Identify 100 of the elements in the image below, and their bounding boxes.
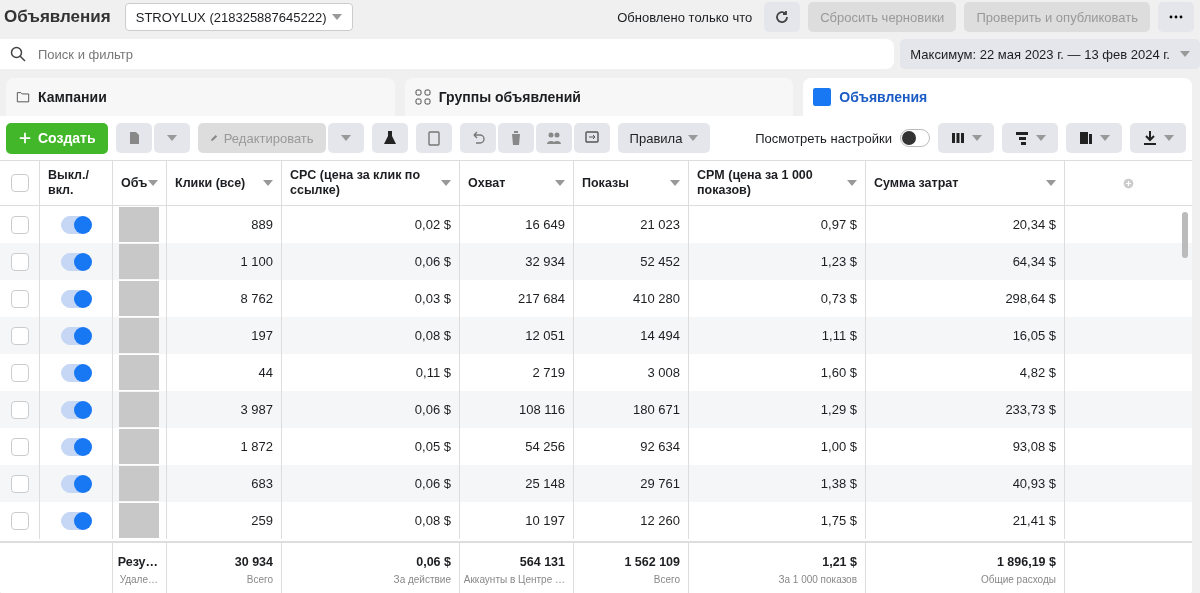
ad-toggle[interactable] [61,215,91,234]
table-cell: 16 649 [525,217,565,232]
summary-value: 0,06 $ [416,555,451,569]
table-cell: 10 197 [525,513,565,528]
summary-value: Резу… [117,555,158,569]
table-cell: 1,75 $ [820,513,857,528]
row-checkbox[interactable] [10,326,29,345]
row-checkbox[interactable] [10,511,29,530]
caret-icon [1164,135,1174,141]
row-checkbox[interactable] [10,474,29,493]
search-icon [10,46,26,62]
edit-menu-button[interactable] [327,123,364,153]
share-button[interactable] [573,123,610,153]
table-cell: 197 [251,328,273,343]
table-cell: 298,64 $ [1005,291,1056,306]
sort-icon [555,180,565,186]
duplicate-button[interactable] [115,123,152,153]
table-cell: 21,41 $ [1012,513,1056,528]
view-settings-toggle[interactable] [900,129,930,147]
table-cell: 0,11 $ [415,365,451,380]
plus-icon [18,131,32,145]
columns-icon [950,130,966,146]
caret-icon [166,135,177,141]
caret-icon [688,135,699,141]
breakdown-button[interactable] [1002,123,1058,153]
table-cell: 32 934 [525,254,565,269]
ad-toggle[interactable] [61,252,91,271]
undo-button[interactable] [459,123,496,153]
columns-button[interactable] [938,123,994,153]
column-header[interactable]: CPM (цена за 1 000 показов) [697,168,847,198]
sort-icon [847,180,857,186]
table-cell: 0,06 $ [414,476,451,491]
caret-icon [1036,135,1046,141]
people-button[interactable] [535,123,572,153]
table-cell: 14 494 [640,328,680,343]
photo-placeholder [119,355,159,390]
row-checkbox[interactable] [10,215,29,234]
column-header[interactable]: Показы [582,175,629,191]
scrollbar[interactable] [1182,212,1188,258]
column-header[interactable]: Клики (все) [175,175,246,191]
table-cell: 12 260 [640,513,680,528]
row-checkbox[interactable] [10,437,29,456]
sort-icon [1046,180,1056,186]
summary-note: За действие [393,574,451,585]
table-cell: 2 719 [532,365,565,380]
column-header[interactable]: Сумма затрат [874,175,959,191]
table-cell: 0,97 $ [820,217,857,232]
sort-icon [263,180,273,186]
ad-toggle[interactable] [61,437,91,456]
table-cell: 0,06 $ [414,254,451,269]
summary-value: 1 562 109 [624,555,680,569]
summary-note: За 1 000 показов [778,574,857,585]
ad-toggle[interactable] [61,363,91,382]
account-select[interactable]: STROYLUX (218325887645222) [124,3,353,31]
date-range-select[interactable]: Максимум: 22 мая 2023 г. — 13 фев 2024 г. [900,39,1200,69]
column-header[interactable]: Объ [121,175,148,191]
ad-toggle[interactable] [61,289,91,308]
column-header[interactable]: Выкл./ вкл. [48,168,104,198]
summary-note: Всего [246,574,273,585]
caret-icon [1180,51,1190,57]
ad-toggle[interactable] [61,326,91,345]
table-cell: 683 [251,476,273,491]
table-cell: 1,38 $ [820,476,857,491]
reports-button[interactable] [1066,123,1122,153]
duplicate-menu-button[interactable] [153,123,190,153]
photo-placeholder [119,281,159,316]
ad-toggle[interactable] [61,511,91,530]
summary-note: Всего [653,574,680,585]
photo-placeholder [119,503,159,538]
summary-value: 30 934 [234,555,273,569]
column-header[interactable]: Охват [468,175,506,191]
select-all-checkbox[interactable] [10,174,29,192]
row-checkbox[interactable] [10,252,29,271]
download-icon [1142,130,1158,146]
table-cell: 52 452 [640,254,680,269]
table-cell: 1,00 $ [820,439,857,454]
table-cell: 0,73 $ [820,291,857,306]
clipboard-button[interactable] [415,123,452,153]
export-button[interactable] [1130,123,1186,153]
rules-button[interactable]: Правила [617,123,711,153]
level-tab[interactable]: Группы объявлений [404,78,794,116]
photo-placeholder [119,207,159,242]
ad-toggle[interactable] [61,400,91,419]
row-checkbox[interactable] [10,400,29,419]
row-checkbox[interactable] [10,363,29,382]
refresh-button[interactable] [764,2,801,32]
table-cell: 4,82 $ [1019,365,1056,380]
table-cell: 29 761 [640,476,680,491]
column-header[interactable]: CPC (цена за клик по ссылке) [290,168,441,198]
table-cell: 3 987 [240,402,273,417]
delete-button[interactable] [497,123,534,153]
level-tab[interactable]: Кампании [6,78,395,116]
row-checkbox[interactable] [10,289,29,308]
more-button[interactable] [1158,2,1194,32]
summary-value: 1,21 $ [822,555,857,569]
level-tab[interactable]: Объявления [803,78,1192,116]
photo-placeholder [119,318,159,353]
test-button[interactable] [371,123,408,153]
ad-toggle[interactable] [61,474,91,493]
table-cell: 410 280 [633,291,680,306]
